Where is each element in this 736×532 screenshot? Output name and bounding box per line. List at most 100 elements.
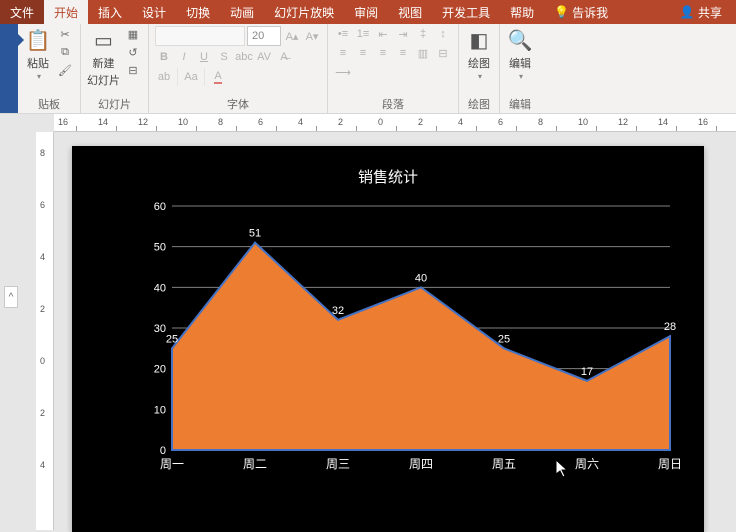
bold-button[interactable]: B bbox=[155, 49, 173, 65]
workspace: 1614121086420246810121416 8642024 ^ 销售统计… bbox=[0, 114, 736, 530]
align-vert-button[interactable]: ⊟ bbox=[434, 45, 452, 61]
section-button[interactable]: ⊟ bbox=[124, 62, 142, 78]
tab-review[interactable]: 审阅 bbox=[344, 0, 388, 24]
grow-font-button[interactable]: A▴ bbox=[283, 28, 301, 44]
align-center-button[interactable]: ≡ bbox=[354, 45, 372, 61]
svg-text:28: 28 bbox=[664, 321, 676, 333]
svg-text:60: 60 bbox=[154, 201, 166, 213]
tab-transition[interactable]: 切换 bbox=[176, 0, 220, 24]
chevron-down-icon: ▾ bbox=[519, 72, 523, 81]
tab-view[interactable]: 视图 bbox=[388, 0, 432, 24]
tab-slideshow[interactable]: 幻灯片放映 bbox=[264, 0, 344, 24]
format-painter-button[interactable]: 🖌 bbox=[56, 62, 74, 78]
bullets-button[interactable]: •≡ bbox=[334, 26, 352, 42]
svg-text:0: 0 bbox=[160, 445, 166, 457]
clear-format-button[interactable]: A̶ bbox=[275, 49, 293, 65]
underline-button[interactable]: U bbox=[195, 49, 213, 65]
group-paragraph-label: 段落 bbox=[382, 96, 404, 114]
person-icon: 👤 bbox=[680, 5, 695, 19]
indent-dec-button[interactable]: ⇤ bbox=[374, 26, 392, 42]
chevron-down-icon: ▾ bbox=[37, 72, 41, 81]
group-font: 20 A▴ A▾ B I U S abc AV A̶ ab Aa A 字体 bbox=[149, 24, 328, 114]
svg-text:51: 51 bbox=[249, 228, 261, 240]
editing-button[interactable]: 🔍 编辑 ▾ bbox=[506, 26, 534, 81]
editing-label: 编辑 bbox=[509, 55, 531, 71]
columns-button[interactable]: ▥ bbox=[414, 45, 432, 61]
tab-developer[interactable]: 开发工具 bbox=[432, 0, 500, 24]
cut-button[interactable]: ✂ bbox=[56, 26, 74, 42]
tab-design[interactable]: 设计 bbox=[132, 0, 176, 24]
font-size-combo[interactable]: 20 bbox=[247, 26, 281, 46]
ribbon-tabs: 文件 开始 插入 设计 切换 动画 幻灯片放映 审阅 视图 开发工具 帮助 💡告… bbox=[0, 0, 736, 24]
chevron-down-icon: ▾ bbox=[478, 72, 482, 81]
indent-inc-button[interactable]: ⇥ bbox=[394, 26, 412, 42]
window-slice bbox=[0, 24, 18, 113]
clipboard-icon: 📋 bbox=[24, 26, 52, 54]
svg-text:周四: 周四 bbox=[409, 457, 433, 471]
text-direction-button[interactable]: ↕ bbox=[434, 26, 452, 42]
layout-button[interactable]: ▦ bbox=[124, 26, 142, 42]
align-justify-button[interactable]: ≡ bbox=[394, 45, 412, 61]
copy-button[interactable]: ⧉ bbox=[56, 44, 74, 60]
svg-text:周日: 周日 bbox=[658, 457, 680, 471]
group-slides: ▭ 新建 幻灯片 ▦ ↺ ⊟ 幻灯片 bbox=[81, 24, 149, 114]
svg-text:25: 25 bbox=[166, 333, 178, 345]
svg-text:40: 40 bbox=[415, 272, 427, 284]
svg-text:20: 20 bbox=[154, 364, 166, 376]
drawing-button[interactable]: ◧ 绘图 ▾ bbox=[465, 26, 493, 81]
group-drawing: ◧ 绘图 ▾ 绘图 bbox=[459, 24, 500, 114]
smartart-button[interactable]: ⟶ bbox=[334, 64, 352, 80]
change-case-button[interactable]: Aa bbox=[182, 69, 200, 85]
chart-title: 销售统计 bbox=[72, 146, 704, 187]
svg-text:周一: 周一 bbox=[160, 457, 184, 471]
numbering-button[interactable]: 1≡ bbox=[354, 26, 372, 42]
shrink-font-button[interactable]: A▾ bbox=[303, 28, 321, 44]
svg-text:25: 25 bbox=[498, 333, 510, 345]
drawing-label: 绘图 bbox=[468, 55, 490, 71]
group-editing: 🔍 编辑 ▾ 编辑 bbox=[500, 24, 540, 114]
strike-button[interactable]: S bbox=[215, 49, 233, 65]
tab-tellme-label: 告诉我 bbox=[572, 4, 608, 21]
reset-button[interactable]: ↺ bbox=[124, 44, 142, 60]
shadow-button[interactable]: abc bbox=[235, 49, 253, 65]
svg-text:10: 10 bbox=[154, 404, 166, 416]
vertical-ruler[interactable]: 8642024 bbox=[36, 132, 54, 530]
group-clipboard-label: 贴板 bbox=[38, 96, 60, 114]
search-icon: 🔍 bbox=[506, 26, 534, 54]
chart-plot: 010203040506025513240251728周一周二周三周四周五周六周… bbox=[142, 200, 680, 476]
tab-help[interactable]: 帮助 bbox=[500, 0, 544, 24]
svg-text:17: 17 bbox=[581, 366, 593, 378]
svg-text:周六: 周六 bbox=[575, 457, 599, 471]
slide-canvas[interactable]: 销售统计 010203040506025513240251728周一周二周三周四… bbox=[72, 146, 704, 532]
tab-home[interactable]: 开始 bbox=[44, 0, 88, 24]
font-name-combo[interactable] bbox=[155, 26, 245, 46]
group-drawing-label: 绘图 bbox=[468, 96, 490, 114]
highlight-button[interactable]: ab bbox=[155, 69, 173, 85]
new-slide-icon: ▭ bbox=[90, 26, 118, 54]
horizontal-ruler[interactable]: 1614121086420246810121416 bbox=[54, 114, 736, 132]
align-right-button[interactable]: ≡ bbox=[374, 45, 392, 61]
char-spacing-button[interactable]: AV bbox=[255, 49, 273, 65]
svg-text:周五: 周五 bbox=[492, 457, 516, 471]
font-color-button[interactable]: A bbox=[209, 69, 227, 85]
italic-button[interactable]: I bbox=[175, 49, 193, 65]
new-slide-button[interactable]: ▭ 新建 幻灯片 bbox=[87, 26, 120, 88]
new-slide-label2: 幻灯片 bbox=[87, 72, 120, 88]
svg-text:周二: 周二 bbox=[243, 457, 267, 471]
panel-collapse-button[interactable]: ^ bbox=[4, 286, 18, 308]
group-editing-label: 编辑 bbox=[509, 96, 531, 114]
svg-text:50: 50 bbox=[154, 242, 166, 254]
tab-tellme[interactable]: 💡告诉我 bbox=[544, 0, 618, 24]
tab-insert[interactable]: 插入 bbox=[88, 0, 132, 24]
tab-share[interactable]: 👤 共享 bbox=[670, 0, 736, 24]
svg-text:40: 40 bbox=[154, 282, 166, 294]
line-spacing-button[interactable]: ‡ bbox=[414, 26, 432, 42]
group-clipboard: 📋 粘贴 ▾ ✂ ⧉ 🖌 贴板 bbox=[18, 24, 81, 114]
tab-file[interactable]: 文件 bbox=[0, 0, 44, 24]
group-slides-label: 幻灯片 bbox=[98, 96, 131, 114]
paste-button[interactable]: 📋 粘贴 ▾ bbox=[24, 26, 52, 81]
paste-label: 粘贴 bbox=[27, 55, 49, 71]
slide-area[interactable]: 销售统计 010203040506025513240251728周一周二周三周四… bbox=[72, 146, 726, 530]
align-left-button[interactable]: ≡ bbox=[334, 45, 352, 61]
tab-animation[interactable]: 动画 bbox=[220, 0, 264, 24]
